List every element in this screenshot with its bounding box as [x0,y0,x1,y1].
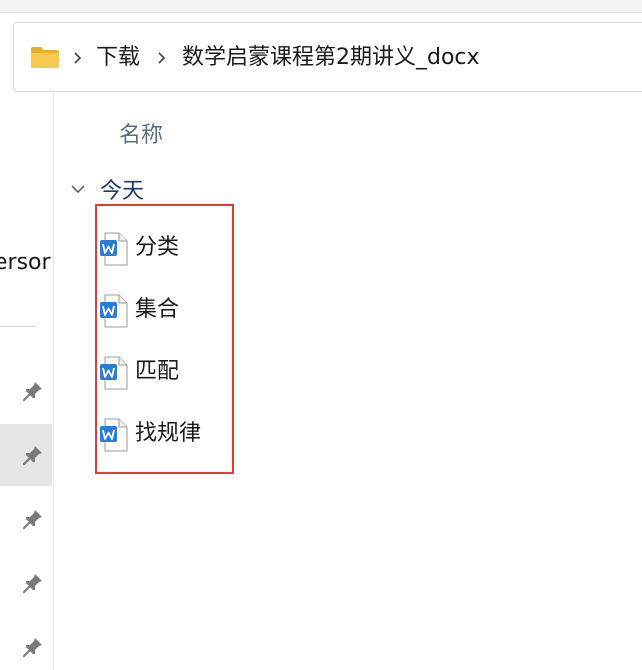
file-list-highlight: 分类 集合 匹配 找规律 [95,204,234,474]
nav-pinned-item[interactable] [0,488,52,550]
breadcrumb-current-folder[interactable]: 数学启蒙课程第2期讲义_docx [182,43,480,73]
nav-pinned-item[interactable] [0,360,52,422]
file-item[interactable]: 集合 [97,286,232,334]
nav-pinned-item[interactable] [0,616,52,670]
pin-icon [22,574,42,594]
column-header-name[interactable]: 名称 [119,117,163,149]
word-doc-icon [100,356,128,390]
file-name[interactable]: 集合 [135,296,179,324]
chevron-right-icon[interactable] [156,51,166,65]
pin-icon [22,446,42,466]
file-name[interactable]: 找规律 [135,420,201,448]
file-item[interactable]: 匹配 [97,348,232,396]
nav-divider [0,326,36,327]
address-bar[interactable]: 下载 数学启蒙课程第2期讲义_docx [13,22,642,92]
word-doc-icon [100,418,128,452]
nav-pinned-item[interactable] [0,552,52,614]
navigation-pane: ersor [0,92,54,670]
chevron-down-icon[interactable] [70,183,86,195]
file-item[interactable]: 分类 [97,224,232,272]
group-label: 今天 [100,179,145,204]
file-name[interactable]: 分类 [135,234,179,262]
file-item[interactable]: 找规律 [97,410,232,458]
word-doc-icon [100,294,128,328]
nav-pinned-item-selected[interactable] [0,424,52,486]
folder-icon [31,47,59,68]
word-doc-icon [100,232,128,266]
window-top-strip [0,0,642,13]
group-header-today[interactable]: 今天 [70,172,144,206]
breadcrumb-downloads[interactable]: 下载 [96,43,140,73]
chevron-right-icon[interactable] [72,51,82,65]
pin-icon [22,382,42,402]
pin-icon [22,638,42,658]
file-name[interactable]: 匹配 [135,358,179,386]
nav-item-partial-label[interactable]: ersor [0,250,51,275]
pin-icon [22,510,42,530]
